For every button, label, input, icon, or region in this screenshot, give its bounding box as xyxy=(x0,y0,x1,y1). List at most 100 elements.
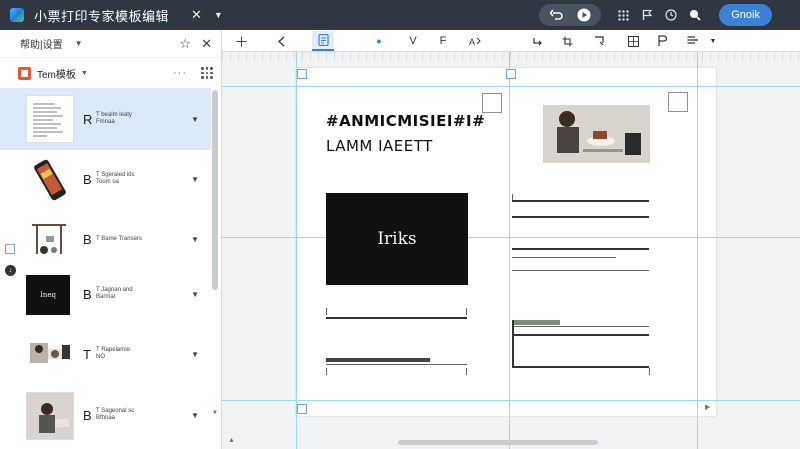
template-name: T Sageonal sc Bfhnaa xyxy=(96,408,135,421)
grid-view-icon[interactable] xyxy=(201,67,213,79)
design-canvas[interactable]: #ANMICMISIEI#I# LAMM IAEETT Iriks ▶ ▲ xyxy=(222,52,800,449)
crop-icon[interactable] xyxy=(556,31,578,51)
page-icon[interactable] xyxy=(312,31,334,51)
list-item[interactable]: R T bealm leaty Fmnaa ▼ xyxy=(0,88,211,150)
close-icon[interactable]: ✕ xyxy=(201,36,212,52)
primary-action-button[interactable]: Gnoik xyxy=(719,4,772,26)
template-name: T Bame Transers xyxy=(96,235,142,242)
title-bar-actions: Gnoik xyxy=(539,0,800,30)
chevron-down-icon[interactable]: ▼ xyxy=(191,411,199,420)
chevron-down-icon[interactable]: ▼ xyxy=(191,175,199,184)
scroll-down-icon[interactable]: ▼ xyxy=(212,410,218,416)
f-icon[interactable]: F xyxy=(432,31,454,51)
flag-icon[interactable] xyxy=(635,3,659,27)
guide-line xyxy=(222,86,800,87)
subhead-text[interactable]: LAMM IAEETT xyxy=(326,137,433,155)
chevron-down-icon[interactable]: ▼ xyxy=(191,290,199,299)
clock-icon[interactable] xyxy=(659,3,683,27)
scroll-right-icon[interactable]: ▶ xyxy=(705,403,710,411)
template-thumbnail xyxy=(26,392,74,440)
align-icon[interactable] xyxy=(682,31,704,51)
list-item[interactable]: T T Rapelamie NO ▼ xyxy=(0,323,211,385)
paragraph-icon[interactable] xyxy=(650,31,672,51)
template-group-label: Tem模板 xyxy=(37,69,76,81)
grid-icon[interactable] xyxy=(611,3,635,27)
v-icon[interactable]: V xyxy=(402,31,424,51)
undo-icon[interactable] xyxy=(545,6,567,24)
frame-icon[interactable] xyxy=(588,31,610,51)
list-item[interactable]: B T Bame Transers ▼ xyxy=(0,208,211,270)
divider-line xyxy=(512,334,649,336)
template-letter: B xyxy=(83,407,92,423)
corner-handle[interactable] xyxy=(297,404,307,414)
divider-line xyxy=(326,364,467,365)
panel-header: 帮助|设置 ▼ ☆ ✕ xyxy=(0,30,221,58)
table-icon[interactable] xyxy=(622,31,644,51)
guide-line xyxy=(222,400,800,401)
line-marker xyxy=(326,308,327,315)
template-group-header[interactable]: Tem模板 ▼ ··· xyxy=(0,58,221,88)
template-folder-icon xyxy=(18,66,31,80)
star-icon[interactable]: ☆ xyxy=(179,36,191,52)
search-icon[interactable] xyxy=(683,3,707,27)
headline-text[interactable]: #ANMICMISIEI#I# xyxy=(326,112,485,130)
line-marker xyxy=(466,368,467,375)
title-bar: 小票打印专家模板编辑 ✕ ▼ Gnoik xyxy=(0,0,800,30)
more-icon[interactable]: ··· xyxy=(173,67,187,79)
template-letter: B xyxy=(83,286,92,302)
guide-line xyxy=(697,52,698,449)
app-logo-icon xyxy=(10,8,24,22)
window-title: 小票打印专家模板编辑 xyxy=(34,8,170,24)
divider-line xyxy=(512,366,649,368)
download-icon[interactable]: ↓ xyxy=(5,265,16,276)
image-placeholder-box[interactable]: Iriks xyxy=(326,193,468,285)
top-ruler xyxy=(222,52,800,60)
list-item[interactable]: Ineq B T Jagnan and Barmar ▼ xyxy=(0,263,211,325)
chevron-down-icon[interactable]: ▼ xyxy=(81,70,88,77)
divider-line xyxy=(512,257,616,258)
guide-line xyxy=(222,237,800,238)
cursor-icon[interactable] xyxy=(270,31,292,51)
list-item[interactable]: B T Sageonal sc Bfhnaa ▼ xyxy=(0,384,211,446)
dot-icon[interactable]: ● xyxy=(368,31,390,51)
template-letter: T xyxy=(83,346,91,362)
thumbnail-text: Ineq xyxy=(40,291,56,299)
editor-toolbar: ● V F A ▼ xyxy=(222,30,800,52)
horizontal-scrollbar[interactable] xyxy=(398,440,598,445)
guide-line xyxy=(509,52,510,449)
product-photo[interactable] xyxy=(543,105,650,163)
chevron-down-icon[interactable]: ▼ xyxy=(191,115,199,124)
image-box-text: Iriks xyxy=(377,229,417,249)
divider-line xyxy=(512,200,649,202)
template-thumbnail xyxy=(26,216,74,264)
transform-icon[interactable]: A xyxy=(464,31,486,51)
selection-box[interactable] xyxy=(668,92,688,112)
play-icon[interactable] xyxy=(573,6,595,24)
divider-line xyxy=(326,317,467,319)
selection-box[interactable] xyxy=(482,93,502,113)
scroll-left-icon[interactable]: ▲ xyxy=(228,437,235,444)
checkbox[interactable] xyxy=(5,244,15,254)
close-icon[interactable]: ✕ xyxy=(191,7,202,23)
chevron-down-icon[interactable]: ▼ xyxy=(702,31,724,51)
chevron-down-icon[interactable]: ▼ xyxy=(75,39,83,48)
plus-icon[interactable] xyxy=(230,31,252,51)
panel-scrollbar[interactable] xyxy=(212,90,218,290)
line-marker xyxy=(466,308,467,315)
template-name: T Rapelamie NO xyxy=(96,347,130,360)
template-name: T Sgeraied ids Toom oa xyxy=(96,172,135,185)
list-item[interactable]: B T Sgeraied ids Toom oa ▼ xyxy=(0,148,211,210)
svg-text:A: A xyxy=(469,37,475,47)
chevron-down-icon[interactable]: ▼ xyxy=(214,10,223,20)
divider-line xyxy=(512,216,649,218)
vertical-line xyxy=(512,320,514,368)
corner-handle[interactable] xyxy=(297,69,307,79)
chevron-down-icon[interactable]: ▼ xyxy=(191,350,199,359)
redo-icon[interactable] xyxy=(526,31,548,51)
template-name: T bealm leaty Fmnaa xyxy=(96,112,132,125)
template-thumbnail xyxy=(26,95,74,143)
template-list: R T bealm leaty Fmnaa ▼ B T Sgeraied ids… xyxy=(0,88,211,440)
template-letter: R xyxy=(83,111,93,127)
corner-handle[interactable] xyxy=(506,69,516,79)
chevron-down-icon[interactable]: ▼ xyxy=(191,235,199,244)
